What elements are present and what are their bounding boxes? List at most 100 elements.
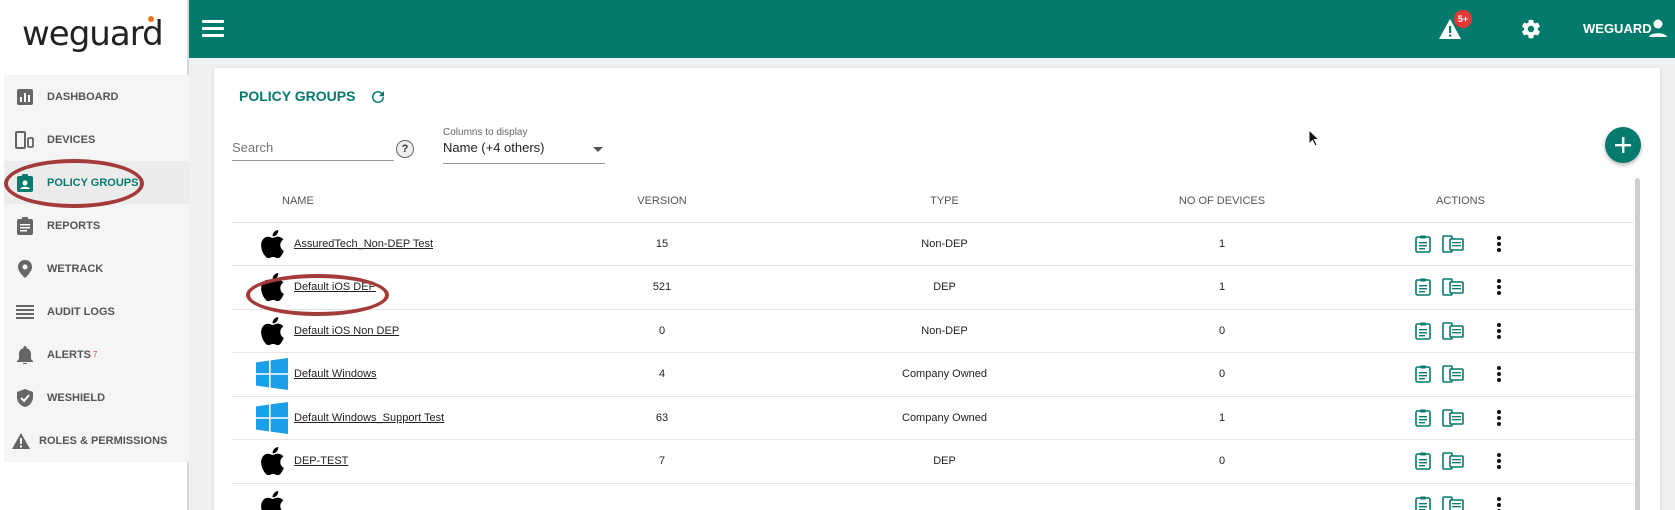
table-row[interactable]: Default Windows_Support Test 63 Company Ow… bbox=[232, 396, 1634, 440]
assign-devices-icon[interactable] bbox=[1441, 451, 1465, 471]
columns-select[interactable]: Name (+4 others) bbox=[443, 140, 605, 164]
cell-devices: 1 bbox=[1157, 222, 1287, 266]
assign-devices-icon[interactable] bbox=[1441, 234, 1465, 254]
policy-group-link[interactable]: Default Windows bbox=[294, 368, 377, 380]
sidebar-item-devices[interactable]: DEVICES bbox=[4, 118, 189, 161]
columns-select-value: Name (+4 others) bbox=[443, 140, 545, 155]
sidebar-item-wetrack[interactable]: WETRACK bbox=[4, 247, 189, 290]
cell-version: 7 bbox=[592, 439, 732, 484]
policy-group-link[interactable]: Default iOS DEP bbox=[294, 281, 376, 293]
cell-type: Non-DEP bbox=[732, 309, 1157, 353]
sidebar-item-label: ALERTS bbox=[47, 348, 91, 361]
assign-devices-icon[interactable] bbox=[1441, 277, 1465, 297]
sidebar-item-reports[interactable]: REPORTS bbox=[4, 204, 189, 247]
bar-chart-icon bbox=[14, 87, 36, 107]
policy-details-icon[interactable] bbox=[1413, 364, 1433, 384]
policy-details-icon[interactable] bbox=[1413, 495, 1433, 510]
column-header-name[interactable]: NAME bbox=[232, 180, 592, 223]
sidebar-item-label: WETRACK bbox=[47, 262, 104, 275]
table-row[interactable]: Default iOS Non DEP 0 Non-DEP 0 bbox=[232, 309, 1634, 353]
policy-details-icon[interactable] bbox=[1413, 321, 1433, 341]
cell-actions bbox=[1287, 483, 1634, 510]
cell-type: DEP bbox=[732, 265, 1157, 310]
more-options-icon[interactable] bbox=[1489, 364, 1509, 384]
assign-devices-icon[interactable] bbox=[1441, 408, 1465, 428]
sidebar-item-policy-groups[interactable]: POLICY GROUPS bbox=[4, 161, 189, 204]
policy-details-icon[interactable] bbox=[1413, 408, 1433, 428]
more-options-icon[interactable] bbox=[1489, 277, 1509, 297]
cell-actions bbox=[1287, 309, 1634, 353]
policy-details-icon[interactable] bbox=[1413, 234, 1433, 254]
assign-devices-icon[interactable] bbox=[1441, 364, 1465, 384]
alert-count-badge: 5+ bbox=[1454, 10, 1472, 28]
search-field[interactable] bbox=[232, 135, 394, 161]
column-header-version[interactable]: VERSION bbox=[592, 180, 732, 223]
sidebar-item-label: AUDIT LOGS bbox=[47, 305, 115, 318]
sidebar-item-roles-permissions[interactable]: ROLES & PERMISSIONS bbox=[4, 419, 189, 462]
more-options-icon[interactable] bbox=[1489, 451, 1509, 471]
cell-version: 63 bbox=[592, 396, 732, 440]
sidebar-item-label: DASHBOARD bbox=[47, 90, 119, 103]
clipboard-user-icon bbox=[14, 173, 36, 193]
column-header-devices[interactable]: NO OF DEVICES bbox=[1157, 180, 1287, 223]
policy-details-icon[interactable] bbox=[1413, 451, 1433, 471]
cell-actions bbox=[1287, 265, 1634, 310]
add-policy-group-button[interactable] bbox=[1605, 127, 1641, 163]
cell-devices: 1 bbox=[1157, 265, 1287, 310]
policy-groups-card: POLICY GROUPS ? Columns to display Name … bbox=[214, 68, 1660, 510]
warning-icon bbox=[10, 431, 32, 451]
table-row[interactable] bbox=[232, 483, 1634, 510]
table-row[interactable]: Default Windows 4 Company Owned 0 bbox=[232, 352, 1634, 397]
sidebar-item-dashboard[interactable]: DASHBOARD bbox=[4, 75, 189, 118]
policy-group-link[interactable]: AssuredTech_Non-DEP Test bbox=[294, 238, 433, 250]
apple-logo-icon bbox=[254, 444, 290, 478]
table-row[interactable]: Default iOS DEP 521 DEP 1 bbox=[232, 265, 1634, 310]
cell-name: DEP-TEST bbox=[232, 439, 592, 484]
more-options-icon[interactable] bbox=[1489, 234, 1509, 254]
account-icon[interactable] bbox=[1648, 18, 1668, 38]
more-options-icon[interactable] bbox=[1489, 495, 1509, 510]
cell-devices bbox=[1157, 483, 1287, 510]
cell-name: Default iOS Non DEP bbox=[232, 309, 592, 353]
policy-details-icon[interactable] bbox=[1413, 277, 1433, 297]
cell-version: 4 bbox=[592, 352, 732, 397]
cell-version: 0 bbox=[592, 309, 732, 353]
column-header-type[interactable]: TYPE bbox=[732, 180, 1157, 223]
hamburger-menu-icon[interactable] bbox=[202, 20, 224, 37]
mouse-pointer-icon bbox=[1308, 129, 1320, 147]
column-header-actions: ACTIONS bbox=[1287, 180, 1634, 223]
refresh-icon[interactable] bbox=[369, 88, 387, 106]
policy-group-link[interactable]: Default Windows_Support Test bbox=[294, 412, 444, 424]
cell-type: DEP bbox=[732, 439, 1157, 484]
sidebar-item-label: DEVICES bbox=[47, 133, 96, 146]
top-app-bar: 5+ WEGUARD bbox=[189, 0, 1675, 58]
cell-name bbox=[232, 483, 592, 510]
table-row[interactable]: AssuredTech_Non-DEP Test 15 Non-DEP 1 bbox=[232, 222, 1634, 266]
vertical-scrollbar[interactable] bbox=[1635, 178, 1640, 510]
search-input[interactable] bbox=[232, 135, 394, 159]
sidebar-item-weshield[interactable]: WESHIELD bbox=[4, 376, 189, 419]
help-icon[interactable]: ? bbox=[396, 140, 414, 158]
table-header-row: NAME VERSION TYPE NO OF DEVICES ACTIONS bbox=[232, 180, 1634, 223]
cell-name: Default Windows bbox=[232, 352, 592, 397]
page-title: POLICY GROUPS bbox=[239, 88, 356, 104]
sidebar-item-audit-logs[interactable]: AUDIT LOGS bbox=[4, 290, 189, 333]
clipboard-icon bbox=[14, 216, 36, 236]
assign-devices-icon[interactable] bbox=[1441, 321, 1465, 341]
cell-type: Non-DEP bbox=[732, 222, 1157, 266]
assign-devices-icon[interactable] bbox=[1441, 495, 1465, 510]
policy-group-link[interactable]: Default iOS Non DEP bbox=[294, 325, 399, 337]
more-options-icon[interactable] bbox=[1489, 321, 1509, 341]
more-options-icon[interactable] bbox=[1489, 408, 1509, 428]
cell-name: Default Windows_Support Test bbox=[232, 396, 592, 440]
gear-icon[interactable] bbox=[1520, 18, 1542, 40]
apple-logo-icon bbox=[254, 227, 290, 261]
list-icon bbox=[14, 302, 36, 322]
cell-devices: 0 bbox=[1157, 439, 1287, 484]
cell-type: Company Owned bbox=[732, 352, 1157, 397]
table-row[interactable]: DEP-TEST 7 DEP 0 bbox=[232, 439, 1634, 484]
windows-logo-icon bbox=[254, 357, 290, 391]
user-name-label[interactable]: WEGUARD bbox=[1583, 21, 1652, 36]
sidebar-item-alerts[interactable]: ALERTS 7 bbox=[4, 333, 189, 376]
policy-group-link[interactable]: DEP-TEST bbox=[294, 455, 348, 467]
